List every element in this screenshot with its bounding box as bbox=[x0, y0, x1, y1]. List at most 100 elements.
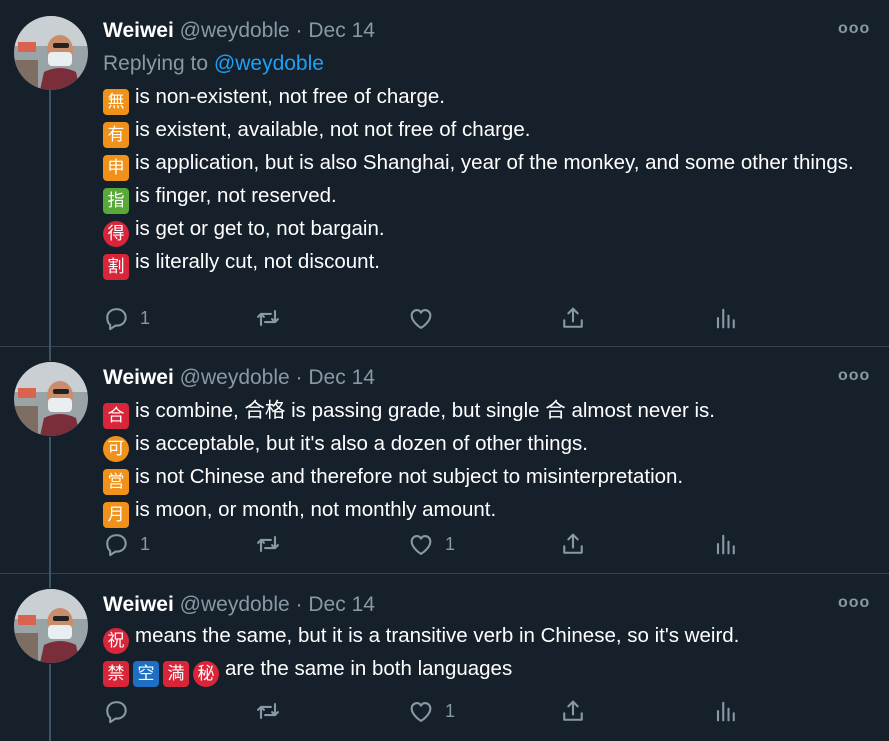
retweet-icon bbox=[254, 304, 282, 332]
avatar[interactable] bbox=[14, 362, 88, 436]
reply-button[interactable]: 1 bbox=[102, 529, 150, 559]
line-text: is finger, not reserved. bbox=[135, 184, 337, 207]
line-text: is non-existent, not free of charge. bbox=[135, 85, 445, 108]
emoji-glyph: 可 bbox=[103, 436, 129, 462]
emoji-glyph: 満 bbox=[163, 661, 189, 687]
thread-line bbox=[49, 574, 51, 588]
author-name[interactable]: Weiwei bbox=[103, 593, 174, 616]
tweet-date[interactable]: Dec 14 bbox=[308, 19, 375, 42]
share-icon bbox=[559, 530, 587, 558]
line-text: is not Chinese and therefore not subject… bbox=[135, 465, 684, 488]
tweet-2[interactable]: Weiwei @weydoble · Dec 14 ooo 合 is combin… bbox=[0, 347, 889, 574]
line-text: almost never is. bbox=[571, 399, 715, 422]
like-button[interactable]: 1 bbox=[407, 696, 455, 726]
author-handle[interactable]: @weydoble bbox=[180, 593, 290, 616]
like-icon bbox=[407, 530, 435, 558]
author-handle[interactable]: @weydoble bbox=[180, 366, 290, 389]
reply-button[interactable] bbox=[102, 696, 130, 726]
thread-line bbox=[49, 347, 51, 361]
analytics-icon bbox=[711, 530, 739, 558]
emoji-glyph: 得 bbox=[103, 221, 129, 247]
analytics-button[interactable] bbox=[711, 529, 739, 559]
avatar[interactable] bbox=[14, 589, 88, 663]
text-line: 割 is literally cut, not discount. bbox=[103, 247, 873, 280]
emoji-glyph: 空 bbox=[133, 661, 159, 687]
emoji-glyph: 申 bbox=[103, 155, 129, 181]
replying-to: Replying to @weydoble bbox=[103, 50, 324, 78]
retweet-button[interactable] bbox=[254, 529, 282, 559]
tweet-header: Weiwei @weydoble · Dec 14 bbox=[103, 591, 375, 619]
more-horizontal-icon[interactable]: ooo bbox=[838, 367, 870, 385]
text-line: 得 is get or get to, not bargain. bbox=[103, 214, 873, 247]
text-line: 合 is combine, 合格 is passing grade, but si… bbox=[103, 396, 873, 429]
tweet-actions: 1 bbox=[0, 303, 889, 333]
reply-icon bbox=[102, 530, 130, 558]
share-icon bbox=[559, 304, 587, 332]
emoji-glyph: 指 bbox=[103, 188, 129, 214]
analytics-button[interactable] bbox=[711, 303, 739, 333]
emoji-glyph: 無 bbox=[103, 89, 129, 115]
author-name[interactable]: Weiwei bbox=[103, 19, 174, 42]
line-text: is moon, or month, not monthly amount. bbox=[135, 498, 497, 521]
like-button[interactable] bbox=[407, 303, 435, 333]
text-line: 禁空満秘 are the same in both languages bbox=[103, 654, 873, 687]
reply-button[interactable]: 1 bbox=[102, 303, 150, 333]
retweet-button[interactable] bbox=[254, 696, 282, 726]
like-button[interactable]: 1 bbox=[407, 529, 455, 559]
tweet-3[interactable]: Weiwei @weydoble · Dec 14 ooo 祝 means the… bbox=[0, 574, 889, 741]
tweet-date[interactable]: Dec 14 bbox=[308, 366, 375, 389]
tweet-1[interactable]: Weiwei @weydoble · Dec 14 ooo Replying t… bbox=[0, 0, 889, 347]
author-name[interactable]: Weiwei bbox=[103, 366, 174, 389]
line-text-cjk: 合格 bbox=[244, 399, 286, 422]
analytics-button[interactable] bbox=[711, 696, 739, 726]
text-line: 有 is existent, available, not not free of… bbox=[103, 115, 873, 148]
analytics-icon bbox=[711, 304, 739, 332]
line-text: is acceptable, but it's also a dozen of … bbox=[135, 432, 588, 455]
line-text: are the same in both languages bbox=[225, 657, 513, 680]
share-button[interactable] bbox=[559, 303, 587, 333]
separator-dot: · bbox=[295, 19, 303, 42]
like-count: 1 bbox=[445, 533, 456, 554]
retweet-button[interactable] bbox=[254, 303, 282, 333]
text-line: 営 is not Chinese and therefore not subjec… bbox=[103, 462, 873, 495]
emoji-glyph: 祝 bbox=[103, 628, 129, 654]
tweet-header: Weiwei @weydoble · Dec 14 bbox=[103, 364, 375, 392]
replying-to-link[interactable]: @weydoble bbox=[214, 52, 324, 75]
emoji-glyph: 営 bbox=[103, 469, 129, 495]
share-button[interactable] bbox=[559, 529, 587, 559]
tweet-header: Weiwei @weydoble · Dec 14 bbox=[103, 17, 375, 45]
reply-count: 1 bbox=[140, 307, 151, 328]
like-icon bbox=[407, 697, 435, 725]
author-handle[interactable]: @weydoble bbox=[180, 19, 290, 42]
replying-prefix: Replying to bbox=[103, 52, 209, 75]
retweet-icon bbox=[254, 697, 282, 725]
line-text: is get or get to, not bargain. bbox=[135, 217, 385, 240]
separator-dot: · bbox=[295, 366, 303, 389]
more-horizontal-icon[interactable]: ooo bbox=[838, 20, 870, 38]
avatar[interactable] bbox=[14, 16, 88, 90]
tweet-date[interactable]: Dec 14 bbox=[308, 593, 375, 616]
text-line: 申 is application, but is also Shanghai, y… bbox=[103, 148, 873, 181]
line-text: is application, but is also Shanghai, ye… bbox=[135, 151, 854, 174]
share-button[interactable] bbox=[559, 696, 587, 726]
emoji-glyph: 月 bbox=[103, 502, 129, 528]
separator-dot: · bbox=[295, 593, 303, 616]
text-line: 可 is acceptable, but it's also a dozen of… bbox=[103, 429, 873, 462]
line-text: means the same, but it is a transitive v… bbox=[135, 624, 740, 647]
reply-count: 1 bbox=[140, 533, 151, 554]
retweet-icon bbox=[254, 530, 282, 558]
text-line: 月 is moon, or month, not monthly amount. bbox=[103, 495, 873, 528]
reply-icon bbox=[102, 304, 130, 332]
tweet-actions: 1 bbox=[0, 696, 889, 726]
share-icon bbox=[559, 697, 587, 725]
line-text: is combine, bbox=[135, 399, 239, 422]
more-horizontal-icon[interactable]: ooo bbox=[838, 594, 870, 612]
emoji-glyph: 禁 bbox=[103, 661, 129, 687]
analytics-icon bbox=[711, 697, 739, 725]
line-text: is literally cut, not discount. bbox=[135, 250, 380, 273]
text-line: 祝 means the same, but it is a transitive … bbox=[103, 621, 873, 654]
line-text: is passing grade, but single bbox=[291, 399, 540, 422]
line-text-cjk: 合 bbox=[545, 399, 566, 422]
tweet-text: 無 is non-existent, not free of charge. 有i… bbox=[103, 82, 873, 280]
emoji-glyph: 秘 bbox=[193, 661, 219, 687]
